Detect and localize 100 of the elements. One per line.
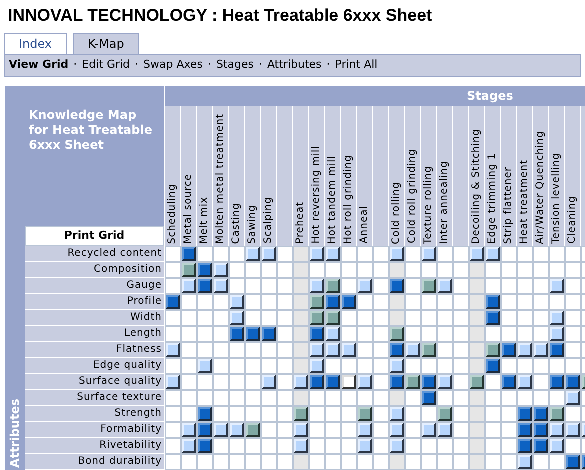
toolbar-link[interactable]: Edit Grid <box>82 57 130 74</box>
grid-cell[interactable] <box>501 278 517 294</box>
grid-cell[interactable] <box>261 262 277 278</box>
grid-cell[interactable] <box>453 278 469 294</box>
grid-cell[interactable] <box>165 438 181 454</box>
grid-cell[interactable] <box>261 310 277 326</box>
grid-cell[interactable] <box>453 310 469 326</box>
grid-cell[interactable] <box>405 374 421 390</box>
grid-cell[interactable] <box>373 390 389 406</box>
grid-cell[interactable] <box>357 390 373 406</box>
grid-cell[interactable] <box>373 358 389 374</box>
grid-cell[interactable] <box>277 454 293 470</box>
grid-cell[interactable] <box>533 342 549 358</box>
grid-cell[interactable] <box>181 310 197 326</box>
grid-cell[interactable] <box>421 390 437 406</box>
grid-cell[interactable] <box>325 358 341 374</box>
grid-cell[interactable] <box>485 262 501 278</box>
grid-cell[interactable] <box>277 326 293 342</box>
grid-cell[interactable] <box>421 246 437 262</box>
grid-cell[interactable] <box>565 406 581 422</box>
grid-cell[interactable] <box>549 438 565 454</box>
grid-cell[interactable] <box>437 310 453 326</box>
grid-cell[interactable] <box>533 438 549 454</box>
grid-cell[interactable] <box>309 294 325 310</box>
grid-cell[interactable] <box>213 422 229 438</box>
grid-cell[interactable] <box>389 422 405 438</box>
grid-cell[interactable] <box>517 454 533 470</box>
grid-cell[interactable] <box>165 422 181 438</box>
grid-cell[interactable] <box>565 326 581 342</box>
grid-cell[interactable] <box>421 278 437 294</box>
grid-cell[interactable] <box>245 294 261 310</box>
grid-cell[interactable] <box>277 422 293 438</box>
grid-cell[interactable] <box>485 422 501 438</box>
grid-cell[interactable] <box>517 358 533 374</box>
grid-cell[interactable] <box>309 358 325 374</box>
grid-cell[interactable] <box>309 246 325 262</box>
grid-cell[interactable] <box>197 278 213 294</box>
grid-cell[interactable] <box>373 454 389 470</box>
grid-cell[interactable] <box>389 294 405 310</box>
grid-cell[interactable] <box>453 294 469 310</box>
grid-cell[interactable] <box>181 246 197 262</box>
grid-cell[interactable] <box>197 294 213 310</box>
grid-cell[interactable] <box>421 406 437 422</box>
grid-cell[interactable] <box>229 358 245 374</box>
grid-cell[interactable] <box>277 294 293 310</box>
grid-cell[interactable] <box>517 390 533 406</box>
grid-cell[interactable] <box>309 422 325 438</box>
grid-cell[interactable] <box>453 342 469 358</box>
grid-cell[interactable] <box>373 374 389 390</box>
grid-cell[interactable] <box>277 374 293 390</box>
grid-cell[interactable] <box>421 294 437 310</box>
grid-cell[interactable] <box>325 422 341 438</box>
grid-cell[interactable] <box>261 454 277 470</box>
grid-cell[interactable] <box>437 358 453 374</box>
grid-cell[interactable] <box>501 406 517 422</box>
grid-cell[interactable] <box>181 278 197 294</box>
grid-cell[interactable] <box>325 326 341 342</box>
grid-cell[interactable] <box>453 406 469 422</box>
grid-cell[interactable] <box>293 262 309 278</box>
grid-cell[interactable] <box>181 326 197 342</box>
grid-cell[interactable] <box>485 374 501 390</box>
grid-cell[interactable] <box>405 246 421 262</box>
grid-cell[interactable] <box>325 406 341 422</box>
grid-cell[interactable] <box>213 278 229 294</box>
grid-cell[interactable] <box>405 390 421 406</box>
grid-cell[interactable] <box>309 278 325 294</box>
grid-cell[interactable] <box>405 294 421 310</box>
grid-cell[interactable] <box>469 406 485 422</box>
grid-cell[interactable] <box>229 278 245 294</box>
grid-cell[interactable] <box>565 246 581 262</box>
toolbar-link[interactable]: Swap Axes <box>144 57 203 74</box>
grid-cell[interactable] <box>485 358 501 374</box>
grid-cell[interactable] <box>357 374 373 390</box>
grid-cell[interactable] <box>517 438 533 454</box>
grid-cell[interactable] <box>229 422 245 438</box>
grid-cell[interactable] <box>437 374 453 390</box>
grid-cell[interactable] <box>565 390 581 406</box>
grid-cell[interactable] <box>293 326 309 342</box>
grid-cell[interactable] <box>277 390 293 406</box>
grid-cell[interactable] <box>373 262 389 278</box>
grid-cell[interactable] <box>533 278 549 294</box>
grid-cell[interactable] <box>453 454 469 470</box>
grid-cell[interactable] <box>197 358 213 374</box>
grid-cell[interactable] <box>325 374 341 390</box>
grid-cell[interactable] <box>309 454 325 470</box>
grid-cell[interactable] <box>245 326 261 342</box>
grid-cell[interactable] <box>389 342 405 358</box>
grid-cell[interactable] <box>533 246 549 262</box>
grid-cell[interactable] <box>517 342 533 358</box>
grid-cell[interactable] <box>565 438 581 454</box>
grid-cell[interactable] <box>341 262 357 278</box>
grid-cell[interactable] <box>533 390 549 406</box>
grid-cell[interactable] <box>517 374 533 390</box>
grid-cell[interactable] <box>261 422 277 438</box>
grid-cell[interactable] <box>341 342 357 358</box>
grid-cell[interactable] <box>309 342 325 358</box>
grid-cell[interactable] <box>421 310 437 326</box>
grid-cell[interactable] <box>229 454 245 470</box>
grid-cell[interactable] <box>181 390 197 406</box>
grid-cell[interactable] <box>517 326 533 342</box>
